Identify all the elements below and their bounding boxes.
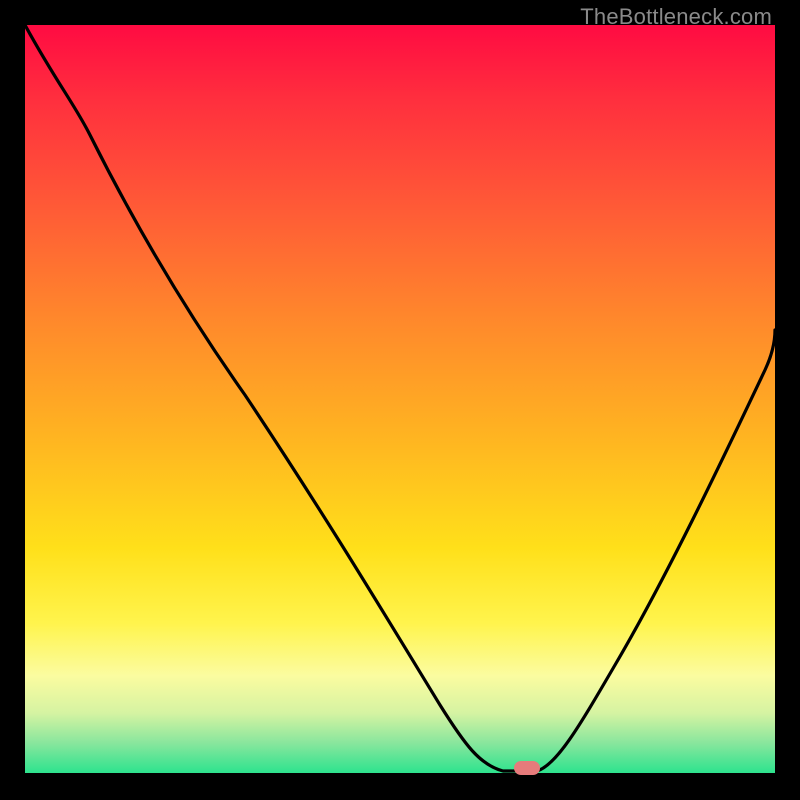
bottleneck-curve	[25, 25, 775, 773]
plot-area	[25, 25, 775, 773]
chart-frame: TheBottleneck.com	[0, 0, 800, 800]
watermark-text: TheBottleneck.com	[580, 4, 772, 30]
optimal-marker	[514, 761, 540, 775]
